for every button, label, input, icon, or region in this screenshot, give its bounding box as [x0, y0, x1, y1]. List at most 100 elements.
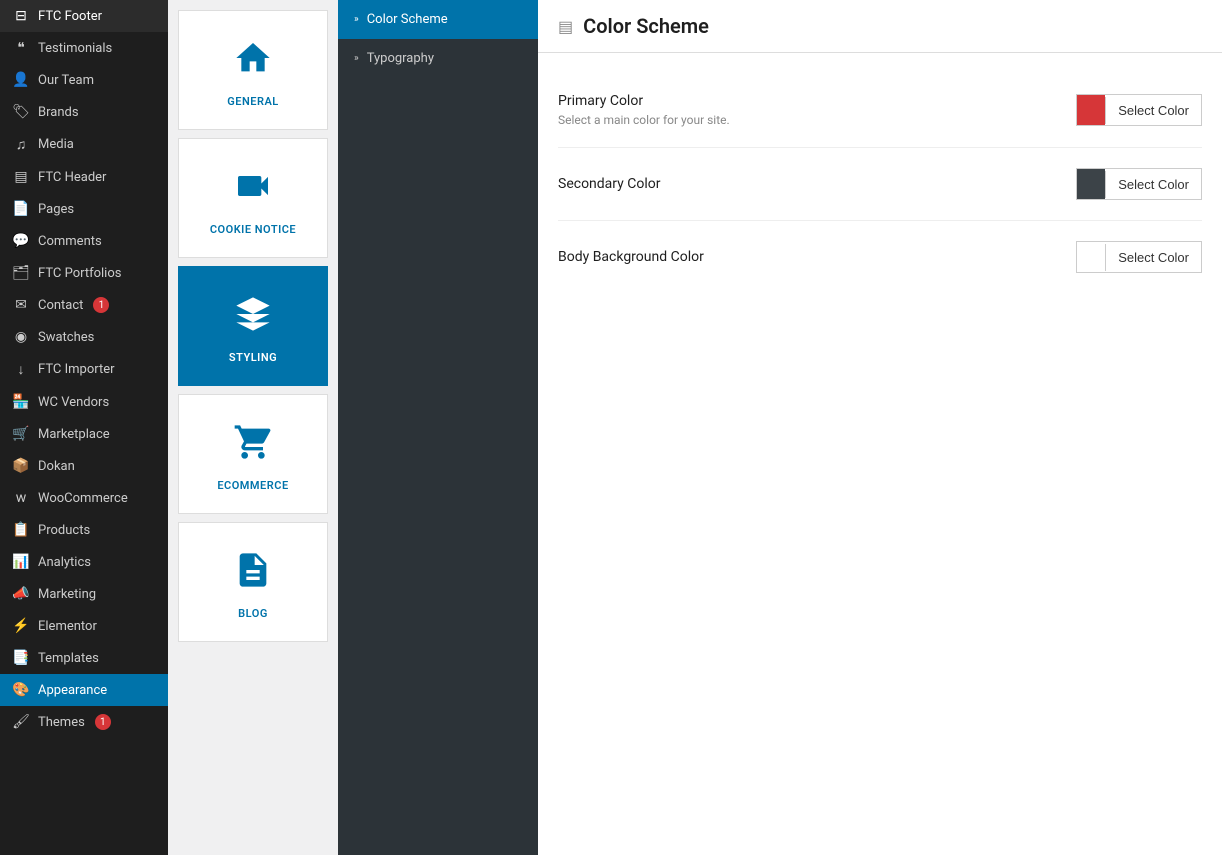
submenu-label-typography: Typography — [367, 51, 434, 66]
sidebar-item-appearance[interactable]: 🎨 Appearance — [0, 674, 168, 706]
sidebar-label-marketplace: Marketplace — [38, 427, 110, 442]
sidebar-item-swatches[interactable]: ◉ Swatches — [0, 321, 168, 353]
panel-general[interactable]: GENERAL — [178, 10, 328, 130]
panel-blog[interactable]: BLOG — [178, 522, 328, 642]
sidebar-label-marketing: Marketing — [38, 587, 96, 602]
sidebar-item-analytics[interactable]: 📊 Analytics — [0, 546, 168, 578]
settings-body: Primary Color Select a main color for you… — [538, 53, 1222, 313]
sidebar-item-woocommerce[interactable]: wWooCommerce — [0, 482, 168, 514]
sidebar-label-media: Media — [38, 137, 74, 152]
color-btn-label-primary: Select Color — [1105, 97, 1201, 124]
sidebar-item-themes[interactable]: 🖌 Themes 1 — [0, 706, 168, 738]
sidebar-item-wc-vendors[interactable]: 🏪 WC Vendors — [0, 386, 168, 418]
sidebar-item-marketing[interactable]: 📣 Marketing — [0, 578, 168, 610]
sidebar-item-brands[interactable]: 🏷Brands — [0, 96, 168, 128]
panel-styling[interactable]: STYLING — [178, 266, 328, 386]
brands-icon: 🏷 — [12, 104, 30, 120]
sidebar-item-comments[interactable]: 💬 Comments — [0, 225, 168, 257]
sidebar-label-analytics: Analytics — [38, 555, 91, 570]
appearance-icon: 🎨 — [12, 682, 30, 698]
blog-panel-icon — [233, 550, 273, 599]
marketing-icon: 📣 — [12, 586, 30, 602]
badge-themes: 1 — [95, 714, 111, 730]
panel-label-cookie-notice: COOKIE NOTICE — [210, 223, 296, 236]
sidebar-item-products[interactable]: 📋Products — [0, 514, 168, 546]
badge-contact: 1 — [93, 297, 109, 313]
sidebar-item-our-team[interactable]: 👤 Our Team — [0, 64, 168, 96]
testimonials-icon: ❝ — [12, 40, 30, 56]
color-selector-btn-secondary[interactable]: Select Color — [1076, 168, 1202, 200]
products-icon: 📋 — [12, 522, 30, 538]
panel-cookie-notice[interactable]: COOKIE NOTICE — [178, 138, 328, 258]
color-label-group-secondary: Secondary Color — [558, 176, 660, 192]
contact-icon: ✉ — [12, 297, 30, 313]
our-team-icon: 👤 — [12, 72, 30, 88]
ftc-footer-icon: ⊟ — [12, 8, 30, 24]
sidebar-item-dokan[interactable]: 📦 Dokan — [0, 450, 168, 482]
submenu-column: »Color Scheme»Typography — [338, 0, 538, 855]
themes-icon: 🖌 — [12, 714, 30, 730]
color-selector-btn-body-bg[interactable]: Select Color — [1076, 241, 1202, 273]
color-btn-label-secondary: Select Color — [1105, 171, 1201, 198]
sidebar-label-woocommerce: WooCommerce — [38, 491, 128, 506]
sidebar-item-marketplace[interactable]: 🛒Marketplace — [0, 418, 168, 450]
panel-ecommerce[interactable]: ECOMMERCE — [178, 394, 328, 514]
sidebar-item-templates[interactable]: 📑Templates — [0, 642, 168, 674]
sidebar-item-testimonials[interactable]: ❝Testimonials — [0, 32, 168, 64]
sidebar-item-contact[interactable]: ✉ Contact 1 — [0, 289, 168, 321]
wc-vendors-icon: 🏪 — [12, 394, 30, 410]
analytics-icon: 📊 — [12, 554, 30, 570]
sidebar-item-elementor[interactable]: ⚡Elementor — [0, 610, 168, 642]
color-row-body-bg: Body Background Color Select Color — [558, 221, 1202, 293]
sidebar-item-ftc-portfolios[interactable]: 🗂FTC Portfolios — [0, 257, 168, 289]
cookie-notice-panel-icon — [233, 166, 273, 215]
sidebar-item-media[interactable]: ♫ Media — [0, 128, 168, 161]
color-btn-label-body-bg: Select Color — [1105, 244, 1201, 271]
general-panel-icon — [233, 38, 273, 87]
submenu-arrow-typography: » — [354, 53, 359, 64]
sidebar-label-elementor: Elementor — [38, 619, 97, 634]
sidebar-label-templates: Templates — [38, 651, 99, 666]
pages-icon: 📄 — [12, 201, 30, 217]
color-swatch-secondary — [1077, 169, 1105, 199]
settings-panel: ▤ Color Scheme Primary Color Select a mai… — [538, 0, 1222, 855]
color-label-body-bg: Body Background Color — [558, 249, 704, 265]
sidebar-label-themes: Themes — [38, 715, 85, 730]
submenu-arrow-color-scheme: » — [354, 14, 359, 25]
submenu-item-color-scheme[interactable]: »Color Scheme — [338, 0, 538, 39]
dokan-icon: 📦 — [12, 458, 30, 474]
color-row-secondary: Secondary Color Select Color — [558, 148, 1202, 221]
main-content: GENERAL COOKIE NOTICE STYLINGECOMMERCE BLOG… — [168, 0, 1222, 855]
color-label-secondary: Secondary Color — [558, 176, 660, 192]
sidebar-label-comments: Comments — [38, 234, 102, 249]
color-selector-btn-primary[interactable]: Select Color — [1076, 94, 1202, 126]
sidebar-label-ftc-header: FTC Header — [38, 170, 106, 185]
sidebar-label-wc-vendors: WC Vendors — [38, 395, 109, 410]
sidebar-label-dokan: Dokan — [38, 459, 75, 474]
swatches-icon: ◉ — [12, 329, 30, 345]
sidebar-label-swatches: Swatches — [38, 330, 94, 345]
sidebar-item-ftc-footer[interactable]: ⊟FTC Footer — [0, 0, 168, 32]
submenu-item-typography[interactable]: » Typography — [338, 39, 538, 78]
sidebar-item-ftc-header[interactable]: ▤ FTC Header — [0, 161, 168, 193]
color-desc-primary: Select a main color for your site. — [558, 113, 730, 127]
settings-header: ▤ Color Scheme — [538, 0, 1222, 53]
ftc-importer-icon: ↓ — [12, 361, 30, 378]
panel-label-blog: BLOG — [238, 607, 268, 620]
sidebar-label-pages: Pages — [38, 202, 74, 217]
sidebar-item-ftc-importer[interactable]: ↓ FTC Importer — [0, 353, 168, 386]
ftc-header-icon: ▤ — [12, 169, 30, 185]
sidebar-label-contact: Contact — [38, 298, 83, 313]
sidebar: ⊟FTC Footer❝Testimonials 👤 Our Team 🏷Brands… — [0, 0, 168, 855]
panel-label-general: GENERAL — [227, 95, 278, 108]
content-area: GENERAL COOKIE NOTICE STYLINGECOMMERCE BLOG… — [168, 0, 1222, 855]
color-swatch-body-bg — [1077, 242, 1105, 272]
settings-title: Color Scheme — [583, 14, 709, 38]
sidebar-item-pages[interactable]: 📄 Pages — [0, 193, 168, 225]
comments-icon: 💬 — [12, 233, 30, 249]
media-icon: ♫ — [12, 136, 30, 153]
sidebar-label-ftc-importer: FTC Importer — [38, 362, 115, 377]
color-label-primary: Primary Color — [558, 93, 730, 109]
sidebar-label-our-team: Our Team — [38, 73, 94, 88]
sidebar-label-appearance: Appearance — [38, 683, 107, 698]
